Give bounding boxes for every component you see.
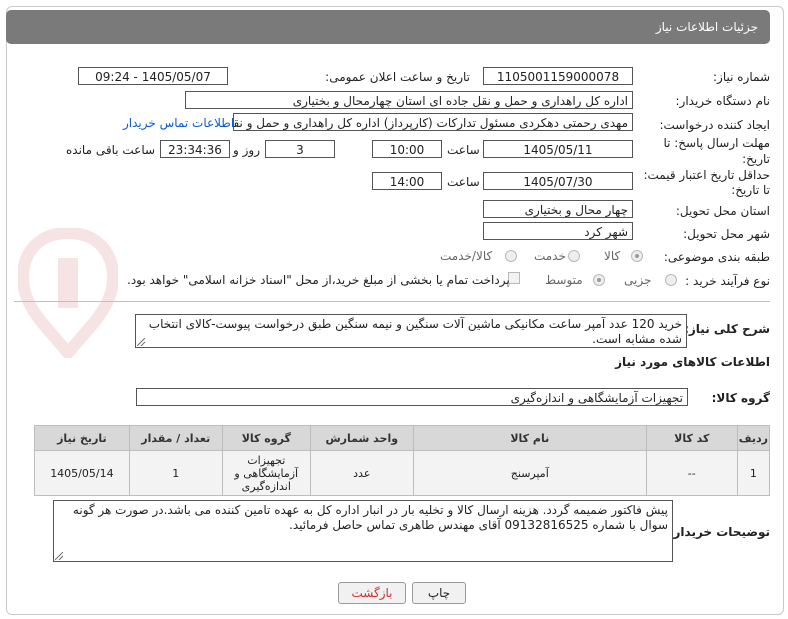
remaining-days-label: روز و bbox=[233, 143, 260, 157]
cell-row-number: 1 bbox=[736, 450, 771, 496]
buyer-notes-textarea[interactable]: پیش فاکتور ضمیمه گردد. هزینه ارسال کالا … bbox=[53, 500, 673, 562]
goods-section-title: اطلاعات کالاهای مورد نیاز bbox=[615, 355, 770, 369]
resize-handle-icon[interactable] bbox=[55, 552, 63, 560]
announce-datetime-label: تاریخ و ساعت اعلان عمومی: bbox=[325, 70, 470, 84]
category-label: طبقه بندی موضوعی: bbox=[663, 250, 770, 264]
col-group: گروه کالا bbox=[221, 425, 311, 451]
price-validity-label-2: تا تاریخ: bbox=[731, 183, 770, 197]
announce-datetime-field: 1405/05/07 - 09:24 bbox=[78, 67, 228, 85]
reply-deadline-label-1: مهلت ارسال پاسخ: تا bbox=[663, 136, 770, 150]
buyer-contact-link[interactable]: اطلاعات تماس خریدار bbox=[123, 116, 234, 130]
goods-group-label: گروه کالا: bbox=[711, 391, 770, 405]
category-option-goods-service: کالا/خدمت bbox=[440, 249, 493, 263]
requester-field: مهدی رحمتی دهکردی مسئول تدارکات (کارپردا… bbox=[233, 113, 633, 131]
price-validity-time-field: 14:00 bbox=[372, 172, 442, 190]
resize-handle-icon[interactable] bbox=[137, 338, 145, 346]
goods-table: ردیف کد کالا نام کالا واحد شمارش گروه کا… bbox=[34, 425, 771, 496]
reply-deadline-time-field: 10:00 bbox=[372, 140, 442, 158]
delivery-province-label: استان محل تحویل: bbox=[675, 204, 770, 218]
remaining-time-label: ساعت باقی مانده bbox=[66, 143, 156, 157]
description-label: شرح کلی نیاز: bbox=[684, 322, 770, 336]
buyer-notes-text: پیش فاکتور ضمیمه گردد. هزینه ارسال کالا … bbox=[72, 503, 668, 532]
description-textarea[interactable]: خرید 120 عدد آمپر ساعت مکانیکی ماشین آلا… bbox=[135, 314, 687, 348]
purchase-type-radio-minor[interactable] bbox=[665, 274, 677, 286]
col-item-code: کد کالا bbox=[645, 425, 738, 451]
table-row: 1 -- آمپرسنج عدد تجهیزات آزمایشگاهی و ان… bbox=[34, 450, 771, 496]
category-radio-goods-service[interactable] bbox=[505, 250, 517, 262]
delivery-city-field: شهر کرد bbox=[483, 222, 633, 240]
purchase-type-option-medium: متوسط bbox=[545, 273, 583, 287]
price-validity-date-field: 1405/07/30 bbox=[483, 172, 633, 190]
print-button[interactable]: چاپ bbox=[412, 582, 466, 604]
page-title: جزئیات اطلاعات نیاز bbox=[655, 20, 758, 34]
description-text: خرید 120 عدد آمپر ساعت مکانیکی ماشین آلا… bbox=[148, 317, 682, 346]
col-unit: واحد شمارش bbox=[309, 425, 414, 451]
cell-quantity: 1 bbox=[128, 450, 223, 496]
delivery-province-field: چهار محال و بختیاری bbox=[483, 200, 633, 218]
need-number-field: 1105001159000078 bbox=[483, 67, 633, 85]
reply-deadline-label-2: تاریخ: bbox=[742, 152, 770, 166]
price-validity-time-label: ساعت bbox=[447, 175, 480, 189]
page-header: جزئیات اطلاعات نیاز bbox=[6, 10, 770, 44]
goods-group-field: تجهیزات آزمایشگاهی و اندازه‌گیری bbox=[136, 388, 688, 406]
remaining-days-field: 3 bbox=[265, 140, 335, 158]
buyer-org-label: نام دستگاه خریدار: bbox=[675, 94, 771, 108]
col-quantity: تعداد / مقدار bbox=[128, 425, 223, 451]
cell-item-name: آمپرسنج bbox=[412, 450, 647, 496]
price-validity-label-1: حداقل تاریخ اعتبار قیمت: bbox=[643, 168, 770, 182]
col-need-date: تاریخ نیاز bbox=[34, 425, 130, 451]
back-button[interactable]: بازگشت bbox=[338, 582, 406, 604]
purchase-type-radio-medium[interactable] bbox=[593, 274, 605, 286]
section-divider bbox=[14, 301, 770, 302]
category-option-service: خدمت bbox=[534, 249, 566, 263]
goods-table-header: ردیف کد کالا نام کالا واحد شمارش گروه کا… bbox=[34, 425, 771, 451]
buyer-org-field: اداره کل راهداری و حمل و نقل جاده ای است… bbox=[185, 91, 633, 109]
treasury-note: پرداخت تمام یا بخشی از مبلغ خرید،از محل … bbox=[127, 273, 510, 287]
cell-item-code: -- bbox=[645, 450, 738, 496]
requester-label: ایجاد کننده درخواست: bbox=[659, 118, 770, 132]
buyer-notes-label: توضیحات خریدار: bbox=[668, 525, 770, 539]
reply-deadline-time-label: ساعت bbox=[447, 143, 480, 157]
reply-deadline-date-field: 1405/05/11 bbox=[483, 140, 633, 158]
purchase-type-option-minor: جزیی bbox=[624, 273, 652, 287]
col-item-name: نام کالا bbox=[412, 425, 647, 451]
purchase-type-label: نوع فرآیند خرید : bbox=[685, 274, 770, 288]
need-number-label: شماره نیاز: bbox=[713, 70, 770, 84]
cell-group: تجهیزات آزمایشگاهی و اندازه‌گیری bbox=[221, 450, 311, 496]
col-row-number: ردیف bbox=[736, 425, 771, 451]
delivery-city-label: شهر محل تحویل: bbox=[683, 227, 770, 241]
category-radio-goods[interactable] bbox=[631, 250, 643, 262]
remaining-time-field: 23:34:36 bbox=[160, 140, 230, 158]
category-option-goods: کالا bbox=[604, 249, 621, 263]
category-radio-service[interactable] bbox=[568, 250, 580, 262]
cell-need-date: 1405/05/14 bbox=[34, 450, 130, 496]
cell-unit: عدد bbox=[309, 450, 414, 496]
